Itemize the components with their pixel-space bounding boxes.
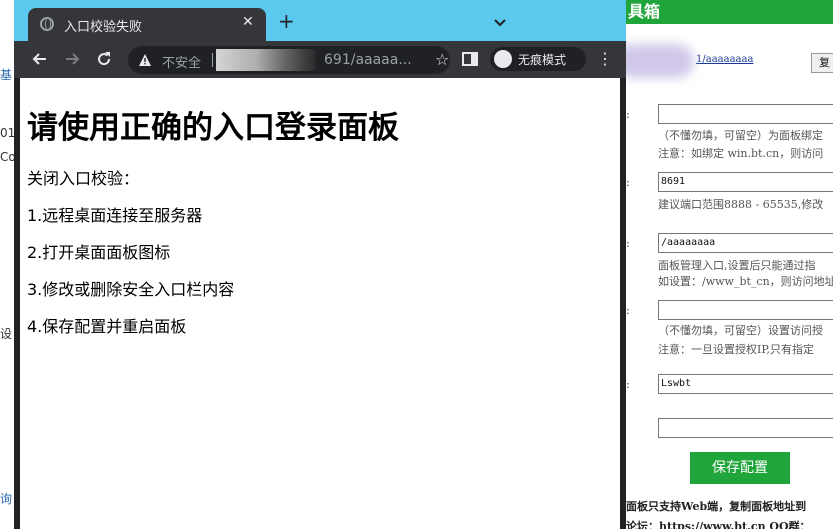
- address-divider: [212, 53, 213, 67]
- intro-text: 关闭入口校验：: [27, 169, 140, 188]
- chrome-window: 入口校验失败 ✕ + 不安全 691/aaaaa... ☆ 无痕模式 ⋮ 请使用…: [14, 0, 626, 529]
- background-window-left-edge: 基 01 Co 设 询: [0, 0, 14, 529]
- page-content: 请使用正确的入口登录面板 关闭入口校验： 1.远程桌面连接至服务器 2.打开桌面…: [20, 78, 620, 529]
- privacy-blur: [614, 44, 694, 78]
- browser-toolbar: 不安全 691/aaaaa... ☆ 无痕模式 ⋮: [14, 41, 626, 78]
- redacted-host: [216, 49, 316, 71]
- left-fragment: 设: [0, 327, 13, 341]
- password-input[interactable]: [658, 418, 833, 438]
- tab-close-icon[interactable]: ✕: [242, 14, 254, 30]
- field-hint: 面板管理入口,设置后只能通过指: [658, 259, 816, 272]
- address-bar[interactable]: 不安全 691/aaaaa... ☆: [128, 46, 450, 74]
- globe-icon: [40, 17, 54, 31]
- left-fragment: Co: [0, 150, 14, 164]
- username-input[interactable]: Lswbt: [658, 374, 833, 394]
- step-item: 2.打开桌面面板图标: [27, 243, 171, 262]
- field-marker: :: [626, 176, 630, 189]
- more-menu-icon[interactable]: ⋮: [597, 51, 613, 67]
- field-hint: （不懂勿填，可留空）设置访问授: [658, 324, 823, 337]
- security-entry-input[interactable]: /aaaaaaaa: [658, 233, 833, 253]
- incognito-label: 无痕模式: [518, 53, 567, 67]
- not-secure-label: 不安全: [162, 56, 202, 71]
- warning-icon[interactable]: [138, 53, 152, 67]
- save-config-button[interactable]: 保存配置: [690, 452, 790, 484]
- back-arrow-icon[interactable]: [30, 49, 50, 69]
- panel-forum-text: 论坛：https://www.bt.cn QQ群：: [626, 520, 811, 529]
- tab-strip: 入口校验失败 ✕ +: [14, 0, 626, 41]
- step-item: 1.远程桌面连接至服务器: [27, 206, 203, 225]
- field-note: 注意：如绑定 win.bt.cn，则访问: [658, 147, 824, 160]
- left-fragment: 询: [0, 492, 13, 506]
- panel-title: 具箱: [626, 0, 833, 24]
- incognito-indicator[interactable]: 无痕模式: [490, 47, 586, 71]
- new-tab-button[interactable]: +: [278, 11, 295, 31]
- url-text: 691/aaaaa...: [324, 52, 412, 68]
- active-tab[interactable]: 入口校验失败 ✕: [28, 8, 266, 41]
- left-fragment: 基: [0, 68, 13, 82]
- page-title: 请使用正确的入口登录面板: [27, 110, 399, 146]
- step-item: 3.修改或删除安全入口栏内容: [27, 280, 235, 299]
- field-marker: :: [626, 304, 630, 317]
- incognito-icon: [494, 50, 512, 68]
- field-hint: （不懂勿填，可留空）为面板绑定: [658, 129, 823, 142]
- bookmark-star-icon[interactable]: ☆: [435, 52, 449, 68]
- tab-search-chevron-icon[interactable]: [490, 12, 510, 32]
- step-item: 4.保存配置并重启面板: [27, 317, 187, 336]
- field-hint: 建议端口范围8888 - 65535,修改: [658, 198, 824, 211]
- panel-url-link[interactable]: 1/aaaaaaaa: [696, 54, 753, 65]
- tab-title: 入口校验失败: [64, 20, 143, 35]
- field-note: 如设置：/www_bt_cn，则访问地址: [658, 275, 833, 288]
- field-marker: :: [626, 237, 630, 250]
- reload-icon[interactable]: [94, 49, 114, 69]
- authorized-ip-input[interactable]: [658, 300, 833, 320]
- bind-domain-input[interactable]: [658, 104, 833, 124]
- field-note: 注意：一旦设置授权IP,只有指定: [658, 343, 815, 356]
- left-fragment: 01: [0, 126, 14, 140]
- side-panel-icon[interactable]: [460, 49, 480, 69]
- panel-copy-button[interactable]: 复: [811, 53, 833, 73]
- panel-note: 面板只支持Web端，复制面板地址到: [626, 500, 807, 513]
- background-panel-window: 具箱 1/aaaaaaaa 复 : （不懂勿填，可留空）为面板绑定 注意：如绑定…: [626, 0, 833, 529]
- field-marker: :: [626, 378, 630, 391]
- port-input[interactable]: 8691: [658, 172, 833, 192]
- field-marker: :: [626, 108, 630, 121]
- forward-arrow-icon[interactable]: [62, 49, 82, 69]
